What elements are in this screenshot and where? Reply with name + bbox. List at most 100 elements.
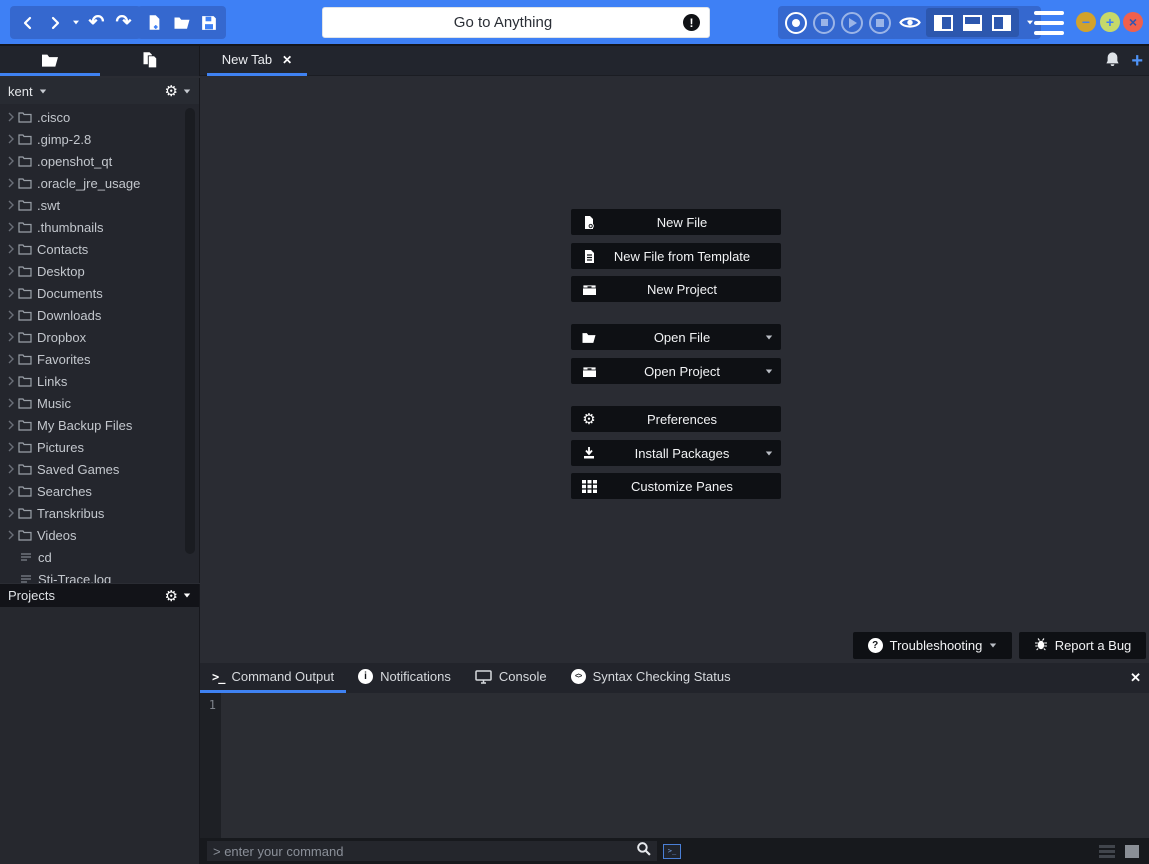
- tree-item-label: .swt: [37, 198, 60, 213]
- command-output-pane[interactable]: 1: [200, 693, 1149, 838]
- start-button-install-packages[interactable]: Install Packages: [571, 440, 781, 466]
- places-settings-button[interactable]: ⚙: [165, 82, 191, 100]
- undo-button[interactable]: ↶: [83, 9, 110, 36]
- start-button-new-project[interactable]: New Project: [571, 276, 781, 302]
- go-to-anything-input[interactable]: [323, 14, 683, 31]
- toggle-bottom-pane-button[interactable]: [963, 15, 982, 31]
- tree-scrollbar[interactable]: [185, 108, 195, 554]
- tree-item-saved-games[interactable]: Saved Games: [0, 458, 199, 480]
- record-macro-button[interactable]: [785, 12, 807, 34]
- tree-item-favorites[interactable]: Favorites: [0, 348, 199, 370]
- sidebar-tab-files[interactable]: [100, 46, 200, 76]
- new-file-button[interactable]: [141, 9, 168, 36]
- tree-item-gimp-2-8[interactable]: .gimp-2.8: [0, 128, 199, 150]
- tree-item-documents[interactable]: Documents: [0, 282, 199, 304]
- current-folder-label[interactable]: kent: [8, 84, 33, 99]
- preview-button[interactable]: [896, 9, 923, 36]
- start-button-label: New File: [599, 215, 765, 230]
- troubleshooting-button[interactable]: ? Troubleshooting: [853, 632, 1012, 659]
- tree-item-cd[interactable]: cd: [0, 546, 199, 568]
- tree-item-my-backup-files[interactable]: My Backup Files: [0, 414, 199, 436]
- expand-chevron-icon: [7, 244, 15, 254]
- start-button-open-file[interactable]: Open File: [571, 324, 781, 350]
- tree-item-thumbnails[interactable]: .thumbnails: [0, 216, 199, 238]
- start-button-label: Preferences: [599, 412, 765, 427]
- history-group: ↶ ↷: [10, 6, 141, 39]
- tree-item-swt[interactable]: .swt: [0, 194, 199, 216]
- close-window-button[interactable]: ×: [1123, 12, 1143, 32]
- tree-item-searches[interactable]: Searches: [0, 480, 199, 502]
- bottom-tab-label: Syntax Checking Status: [593, 669, 731, 684]
- dropdown-caret-icon[interactable]: [766, 335, 772, 339]
- back-button[interactable]: [14, 9, 41, 36]
- sidebar-tab-places[interactable]: [0, 46, 100, 76]
- new-tab-button[interactable]: +: [1131, 51, 1143, 71]
- tree-item-dropbox[interactable]: Dropbox: [0, 326, 199, 348]
- terminal-toggle-button[interactable]: >_: [663, 844, 681, 859]
- tree-item-transkribus[interactable]: Transkribus: [0, 502, 199, 524]
- stop-macro-button[interactable]: [813, 12, 835, 34]
- projects-settings-button[interactable]: ⚙: [165, 587, 191, 605]
- tree-item-label: Saved Games: [37, 462, 119, 477]
- bottom-tab-console[interactable]: Console: [463, 663, 559, 693]
- unified-menu-button[interactable]: [1034, 11, 1064, 35]
- alert-icon[interactable]: !: [683, 14, 700, 31]
- tab-close-icon[interactable]: ✕: [282, 53, 292, 67]
- project-icon: [579, 283, 599, 296]
- tree-item-label: Music: [37, 396, 71, 411]
- syntax-status-icon: <>: [571, 669, 586, 684]
- history-dropdown-caret[interactable]: [68, 9, 83, 36]
- dropdown-caret-icon[interactable]: [766, 369, 772, 373]
- search-icon[interactable]: [636, 841, 651, 861]
- bottom-tab-syntax-checking-status[interactable]: <> Syntax Checking Status: [559, 663, 743, 693]
- file-icon: [20, 574, 33, 584]
- bottom-tab-notifications[interactable]: iNotifications: [346, 663, 463, 693]
- tree-item-links[interactable]: Links: [0, 370, 199, 392]
- toggle-left-pane-button[interactable]: [934, 15, 953, 31]
- folder-icon: [18, 419, 32, 431]
- open-file-button[interactable]: [168, 9, 195, 36]
- expand-chevron-icon: [7, 486, 15, 496]
- tree-item-sti-trace-log[interactable]: Sti-Trace.log: [0, 568, 199, 583]
- command-input[interactable]: [213, 844, 636, 859]
- start-button-open-project[interactable]: Open Project: [571, 358, 781, 384]
- save-macro-button[interactable]: [869, 12, 891, 34]
- open-files-icon: [141, 51, 158, 69]
- save-button[interactable]: [195, 9, 222, 36]
- folder-dropdown-caret[interactable]: [39, 89, 45, 93]
- pane-toggle-group: [926, 8, 1019, 37]
- bell-icon[interactable]: [1104, 51, 1121, 71]
- minimize-button[interactable]: −: [1076, 12, 1096, 32]
- file-icon: [20, 552, 33, 563]
- tree-item-music[interactable]: Music: [0, 392, 199, 414]
- start-button-preferences[interactable]: ⚙Preferences: [571, 406, 781, 432]
- gear-icon: ⚙: [165, 587, 178, 605]
- maximize-button[interactable]: +: [1100, 12, 1120, 32]
- report-bug-button[interactable]: Report a Bug: [1019, 632, 1146, 659]
- tree-item-openshot-qt[interactable]: .openshot_qt: [0, 150, 199, 172]
- forward-button[interactable]: [41, 9, 68, 36]
- redo-button[interactable]: ↷: [110, 9, 137, 36]
- tree-item-label: Dropbox: [37, 330, 86, 345]
- output-lines-icon[interactable]: [1099, 845, 1115, 858]
- start-button-new-file-from-template[interactable]: New File from Template: [571, 243, 781, 269]
- bottom-panel-close-icon[interactable]: ✕: [1130, 670, 1141, 686]
- panel-square-icon[interactable]: [1125, 845, 1139, 858]
- bottom-tab-command-output[interactable]: >_Command Output: [200, 663, 346, 693]
- dropdown-caret-icon[interactable]: [766, 451, 772, 455]
- tree-item-oracle-jre-usage[interactable]: .oracle_jre_usage: [0, 172, 199, 194]
- tree-item-videos[interactable]: Videos: [0, 524, 199, 546]
- console-icon: [475, 670, 492, 684]
- tree-item-downloads[interactable]: Downloads: [0, 304, 199, 326]
- tree-item-cisco[interactable]: .cisco: [0, 106, 199, 128]
- play-macro-button[interactable]: [841, 12, 863, 34]
- start-button-new-file[interactable]: New File: [571, 209, 781, 235]
- toggle-right-pane-button[interactable]: [992, 15, 1011, 31]
- project-icon: [579, 365, 599, 378]
- tree-item-contacts[interactable]: Contacts: [0, 238, 199, 260]
- tree-item-pictures[interactable]: Pictures: [0, 436, 199, 458]
- bottom-tab-label: Notifications: [380, 669, 451, 684]
- tab-new-tab[interactable]: New Tab ✕: [207, 46, 307, 76]
- start-button-customize-panes[interactable]: Customize Panes: [571, 473, 781, 499]
- tree-item-desktop[interactable]: Desktop: [0, 260, 199, 282]
